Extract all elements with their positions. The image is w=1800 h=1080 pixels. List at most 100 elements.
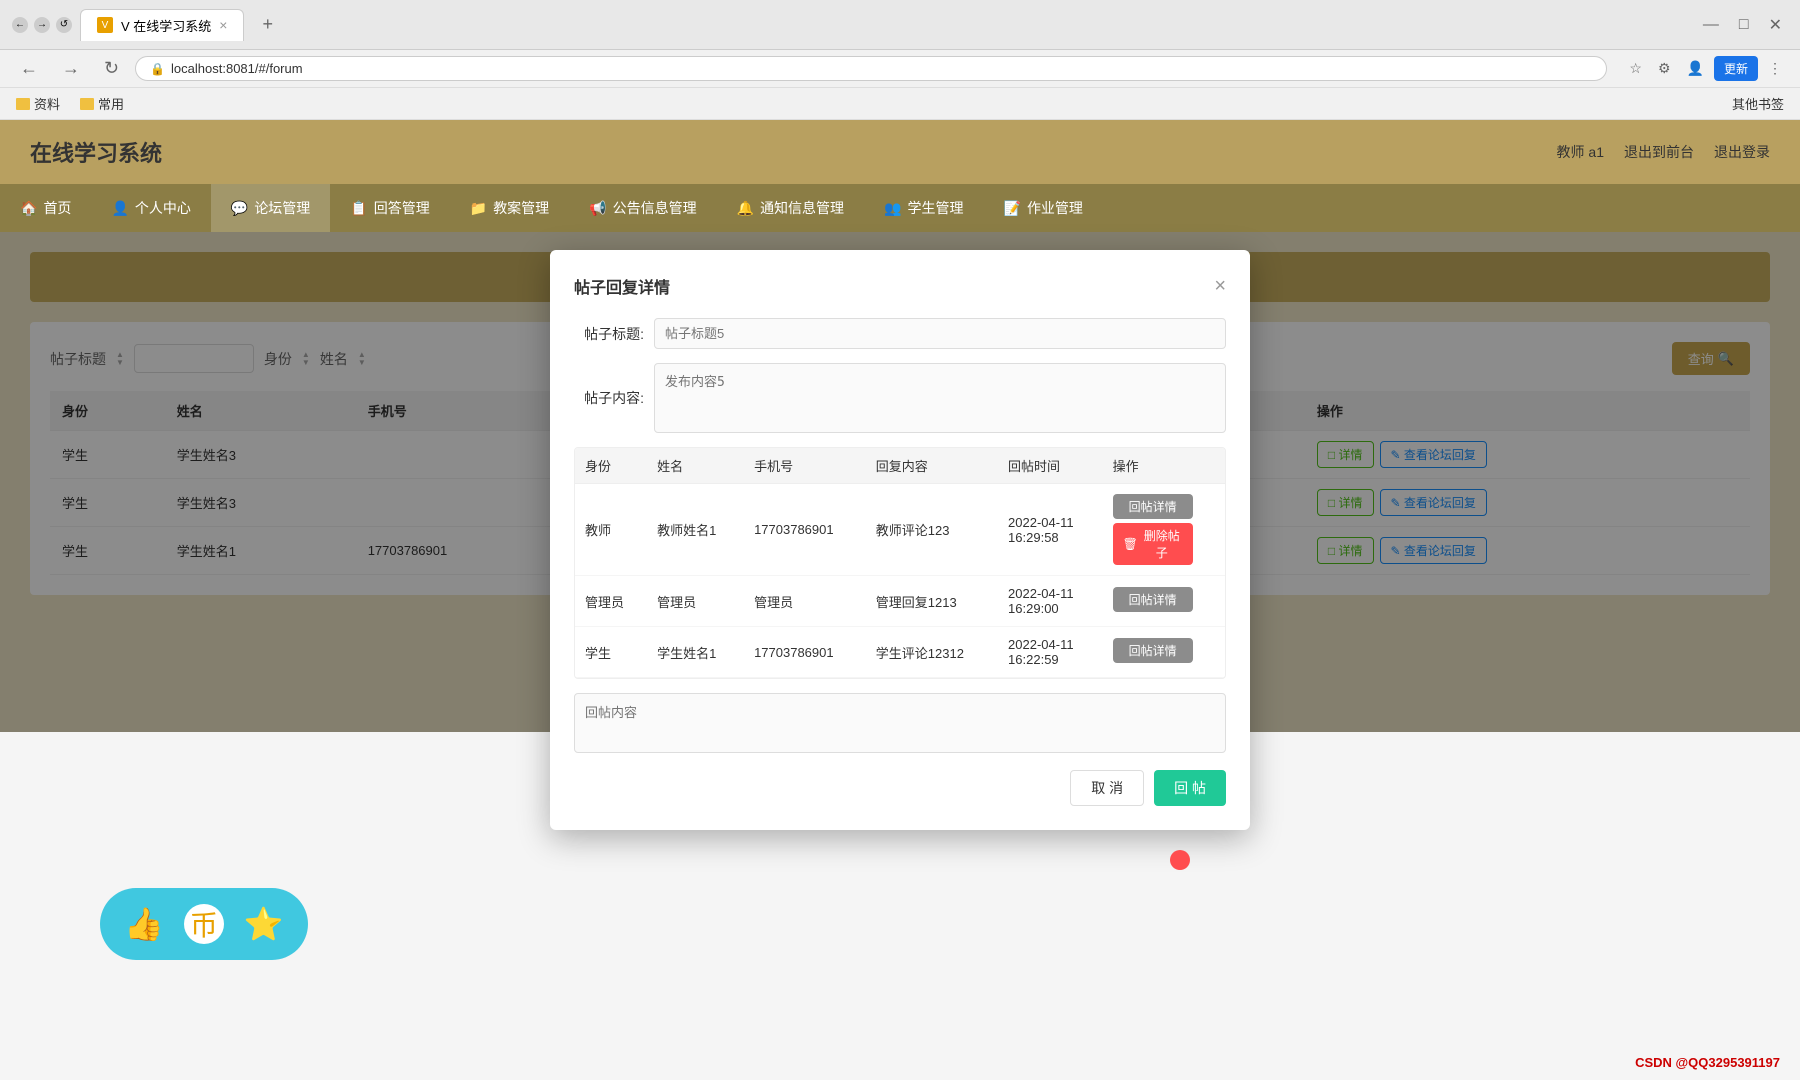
minimize-button[interactable]: — (1697, 14, 1725, 36)
modal-close-button[interactable]: × (1214, 275, 1226, 298)
nav-refresh-button[interactable]: ↻ (96, 56, 127, 81)
delete-label: 删除帖子 (1141, 527, 1183, 561)
reply-ops-3: 回帖详情 (1103, 627, 1225, 678)
modal-post-reply-detail: 帖子回复详情 × 帖子标题: 帖子内容: 身份 姓名 手机号 回复内容 回帖时间… (550, 250, 1250, 830)
nav-back-button[interactable]: ← (12, 56, 46, 81)
form-row-title: 帖子标题: (574, 318, 1226, 349)
refresh-circle-btn[interactable]: ↺ (56, 17, 72, 33)
reply-name-2: 管理员 (647, 576, 744, 627)
browser-chrome: ← → ↺ V V 在线学习系统 × + — □ ✕ (0, 0, 1800, 50)
reply-time-2: 2022-04-1116:29:00 (998, 576, 1103, 627)
nav-item-students[interactable]: 👥 学生管理 (864, 184, 983, 232)
folder-icon (16, 98, 30, 110)
coin-icon[interactable]: 币 (184, 904, 224, 944)
other-bookmarks-label: 其他书签 (1732, 94, 1784, 113)
nav-label-answers: 回答管理 (374, 198, 430, 218)
reply-col-name: 姓名 (647, 448, 744, 484)
nav-item-home[interactable]: 🏠 首页 (0, 184, 91, 232)
lessons-icon: 📁 (470, 200, 487, 217)
bookmark-item-changyong[interactable]: 常用 (76, 92, 128, 115)
reply-identity-3: 学生 (575, 627, 647, 678)
header-logout-link[interactable]: 退出登录 (1714, 142, 1770, 162)
reply-time-3: 2022-04-1116:22:59 (998, 627, 1103, 678)
nav-item-notice[interactable]: 📢 公告信息管理 (569, 184, 716, 232)
nav-item-answers[interactable]: 📋 回答管理 (330, 184, 449, 232)
forward-circle-btn[interactable]: → (34, 17, 50, 33)
reply-table: 身份 姓名 手机号 回复内容 回帖时间 操作 教师 教师姓名1 17703786… (575, 448, 1225, 678)
tab-title: V 在线学习系统 (121, 16, 211, 35)
reply-content-input[interactable] (574, 693, 1226, 753)
post-title-input[interactable] (654, 318, 1226, 349)
nav-item-forum[interactable]: 💬 论坛管理 (211, 184, 330, 232)
mouse-cursor (1170, 850, 1190, 870)
answers-icon: 📋 (350, 200, 367, 217)
browser-dots: ← → ↺ (12, 17, 72, 33)
thumbs-up-icon[interactable]: 👍 (124, 905, 164, 943)
star-button[interactable]: ☆ (1623, 56, 1648, 81)
homework-icon: 📝 (1004, 200, 1021, 217)
nav-item-homework[interactable]: 📝 作业管理 (984, 184, 1103, 232)
reply-time-1: 2022-04-1116:29:58 (998, 484, 1103, 576)
bookmark-label-ziliao: 资料 (34, 94, 60, 113)
reply-detail-btn-2[interactable]: 回帖详情 (1113, 587, 1193, 612)
delete-post-btn-1[interactable]: 🗑 删除帖子 (1113, 523, 1193, 565)
lock-icon: 🔒 (150, 62, 165, 76)
home-icon: 🏠 (20, 200, 37, 217)
form-row-content: 帖子内容: (574, 363, 1226, 433)
browser-controls: — □ ✕ (1697, 13, 1788, 37)
back-circle-btn[interactable]: ← (12, 17, 28, 33)
header-teacher-link[interactable]: 教师 a1 (1557, 142, 1604, 162)
browser-action-buttons: ☆ ⚙ 👤 更新 ⋮ (1623, 56, 1788, 81)
reply-col-ops: 操作 (1103, 448, 1225, 484)
social-decoration: 👍 币 ⭐ (100, 888, 308, 960)
close-button[interactable]: ✕ (1763, 13, 1788, 37)
post-title-field-label: 帖子标题: (574, 324, 654, 344)
folder-icon-2 (80, 98, 94, 110)
nav-label-students: 学生管理 (908, 198, 964, 218)
reply-content-2: 管理回复1213 (866, 576, 998, 627)
reply-header-row: 身份 姓名 手机号 回复内容 回帖时间 操作 (575, 448, 1225, 484)
menu-button[interactable]: ⋮ (1762, 56, 1788, 81)
update-button[interactable]: 更新 (1714, 56, 1758, 81)
bookmark-other[interactable]: 其他书签 (1728, 92, 1788, 115)
nav-label-notice: 公告信息管理 (613, 198, 697, 218)
bookmarks-bar: 资料 常用 其他书签 (0, 88, 1800, 120)
header-frontend-link[interactable]: 退出到前台 (1624, 142, 1694, 162)
reply-detail-btn-1[interactable]: 回帖详情 (1113, 494, 1193, 519)
reply-row-2: 管理员 管理员 管理员 管理回复1213 2022-04-1116:29:00 … (575, 576, 1225, 627)
submit-reply-button[interactable]: 回 帖 (1154, 770, 1226, 806)
bookmark-item-ziliao[interactable]: 资料 (12, 92, 64, 115)
reply-phone-1: 17703786901 (744, 484, 866, 576)
new-tab-button[interactable]: + (252, 8, 283, 41)
cancel-button[interactable]: 取 消 (1070, 770, 1144, 806)
url-text: localhost:8081/#/forum (171, 61, 303, 76)
nav-label-home: 首页 (43, 198, 71, 218)
tab-close-icon[interactable]: × (219, 17, 227, 33)
reply-col-content: 回复内容 (866, 448, 998, 484)
students-icon: 👥 (884, 200, 901, 217)
nav-item-notify[interactable]: 🔔 通知信息管理 (717, 184, 864, 232)
reply-name-3: 学生姓名1 (647, 627, 744, 678)
modal-title: 帖子回复详情 (574, 274, 670, 298)
post-content-textarea[interactable] (654, 363, 1226, 433)
forum-icon: 💬 (231, 200, 248, 217)
app-nav: 🏠 首页 👤 个人中心 💬 论坛管理 📋 回答管理 📁 教案管理 📢 公告信息管… (0, 184, 1800, 232)
nav-label-notify: 通知信息管理 (760, 198, 844, 218)
reply-content-3: 学生评论12312 (866, 627, 998, 678)
star-social-icon[interactable]: ⭐ (244, 905, 284, 943)
maximize-button[interactable]: □ (1733, 14, 1755, 36)
reply-detail-btn-3[interactable]: 回帖详情 (1113, 638, 1193, 663)
profile-button[interactable]: 👤 (1681, 56, 1710, 81)
app-title: 在线学习系统 (30, 136, 162, 168)
nav-forward-button[interactable]: → (54, 56, 88, 81)
nav-item-profile[interactable]: 👤 个人中心 (91, 184, 210, 232)
reply-content-1: 教师评论123 (866, 484, 998, 576)
extensions-button[interactable]: ⚙ (1652, 56, 1677, 81)
reply-col-identity: 身份 (575, 448, 647, 484)
reply-table-wrap: 身份 姓名 手机号 回复内容 回帖时间 操作 教师 教师姓名1 17703786… (574, 447, 1226, 679)
browser-tab[interactable]: V V 在线学习系统 × (80, 9, 244, 41)
reply-ops-1: 回帖详情 🗑 删除帖子 (1103, 484, 1225, 576)
nav-item-lessons[interactable]: 📁 教案管理 (450, 184, 569, 232)
nav-label-lessons: 教案管理 (493, 198, 549, 218)
address-bar[interactable]: 🔒 localhost:8081/#/forum (135, 56, 1607, 81)
